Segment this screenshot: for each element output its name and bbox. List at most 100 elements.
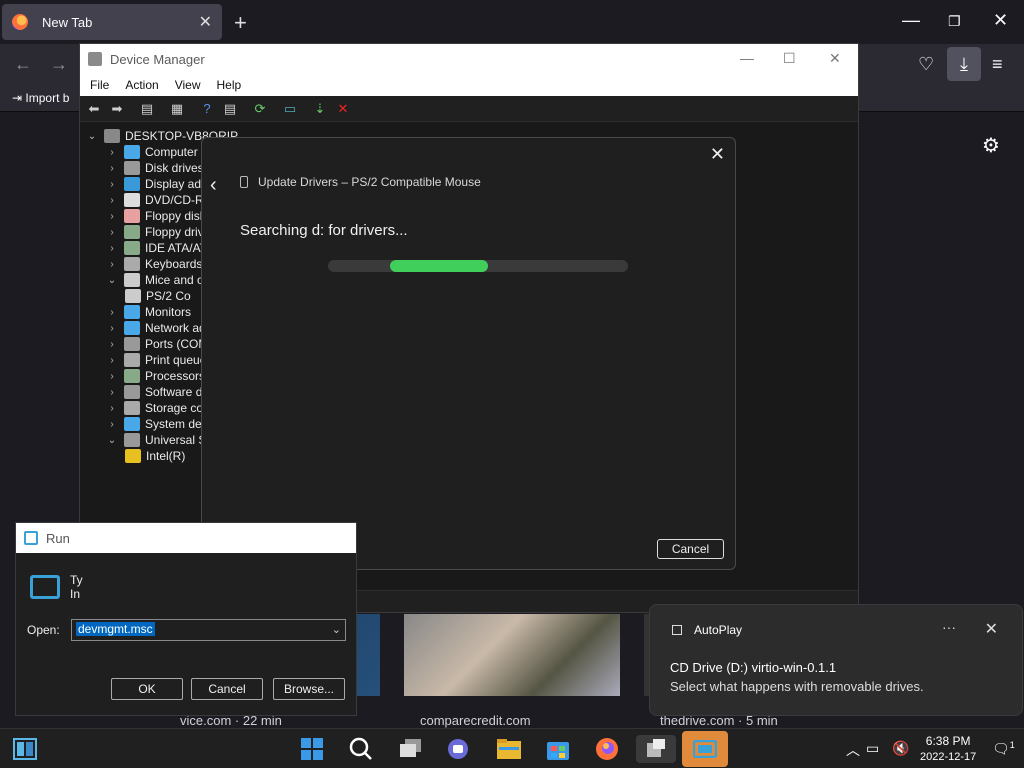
- close-icon[interactable]: ✕: [985, 619, 998, 639]
- chevron-right-icon[interactable]: ›: [106, 403, 118, 414]
- chevron-down-icon[interactable]: ⌄: [332, 623, 341, 636]
- pocket-icon[interactable]: ♡: [918, 54, 934, 75]
- view-icon[interactable]: ▤: [220, 100, 240, 118]
- menu-icon[interactable]: ≡: [992, 54, 1003, 75]
- minimize-icon[interactable]: —: [902, 10, 920, 31]
- tree-category[interactable]: › Keyboards: [106, 256, 202, 272]
- tree-category[interactable]: › Monitors: [106, 304, 191, 320]
- chevron-right-icon[interactable]: ›: [106, 371, 118, 382]
- tree-device[interactable]: PS/2 Co: [125, 288, 191, 304]
- tree-category[interactable]: › System dev: [106, 416, 208, 432]
- maximize-icon[interactable]: ☐: [783, 50, 796, 67]
- more-options-icon[interactable]: ···: [942, 619, 956, 635]
- menu-view[interactable]: View: [175, 78, 201, 92]
- chevron-right-icon[interactable]: ›: [106, 339, 118, 350]
- chevron-right-icon[interactable]: ›: [106, 307, 118, 318]
- chevron-right-icon[interactable]: ›: [106, 195, 118, 206]
- forward-icon[interactable]: →: [50, 54, 68, 75]
- close-tab-icon[interactable]: ✕: [199, 12, 212, 32]
- tree-device[interactable]: Intel(R): [125, 448, 185, 464]
- tree-category[interactable]: ⌄ Mice and ot: [106, 272, 207, 288]
- chevron-right-icon[interactable]: ›: [106, 179, 118, 190]
- update-driver-icon[interactable]: ⟳: [250, 100, 270, 118]
- ok-button[interactable]: OK: [111, 678, 183, 700]
- restore-icon[interactable]: ❐: [948, 13, 961, 30]
- browse-button[interactable]: Browse...: [273, 678, 345, 700]
- chevron-right-icon[interactable]: ›: [106, 323, 118, 334]
- search-icon[interactable]: [346, 735, 376, 763]
- chevron-right-icon[interactable]: ›: [106, 387, 118, 398]
- scan-hardware-icon[interactable]: ▭: [280, 100, 300, 118]
- chevron-right-icon[interactable]: ›: [106, 163, 118, 174]
- teams-chat-icon[interactable]: [443, 735, 473, 763]
- settings-gear-icon[interactable]: ⚙: [982, 133, 1000, 158]
- tree-category[interactable]: › Processors: [106, 368, 205, 384]
- firefox-taskbar-icon[interactable]: [592, 735, 622, 763]
- menu-action[interactable]: Action: [125, 78, 158, 92]
- tree-category[interactable]: ⌄ Universal Se: [106, 432, 213, 448]
- chevron-down-icon[interactable]: ⌄: [106, 275, 118, 286]
- close-icon[interactable]: ✕: [710, 144, 725, 165]
- tree-category[interactable]: › Floppy driv: [106, 224, 204, 240]
- notifications-icon[interactable]: 🗨1: [992, 740, 1015, 758]
- show-hide-icon[interactable]: ▦: [167, 100, 187, 118]
- open-combobox[interactable]: devmgmt.msc ⌄: [71, 619, 346, 641]
- tree-category[interactable]: › Computer: [106, 144, 198, 160]
- cancel-button[interactable]: Cancel: [657, 539, 724, 559]
- volume-muted-icon[interactable]: 🔇: [892, 740, 909, 757]
- file-explorer-icon[interactable]: [494, 735, 524, 763]
- microsoft-store-icon[interactable]: [543, 735, 573, 763]
- tree-category[interactable]: › Storage cor: [106, 400, 207, 416]
- help-icon[interactable]: ?: [197, 100, 217, 118]
- enable-device-icon[interactable]: ⇣: [310, 100, 330, 118]
- show-hidden-icons-chevron[interactable]: ︿: [846, 740, 860, 760]
- tree-category[interactable]: › IDE ATA/AT: [106, 240, 207, 256]
- device-manager-taskbar-icon[interactable]: [636, 735, 676, 763]
- minimize-icon[interactable]: —: [740, 50, 754, 66]
- start-icon[interactable]: [297, 735, 327, 763]
- menu-file[interactable]: File: [90, 78, 109, 92]
- tree-category[interactable]: › Software de: [106, 384, 209, 400]
- tab-new-tab[interactable]: New Tab ✕: [2, 4, 222, 40]
- news-card[interactable]: comparecredit.com: [404, 614, 620, 728]
- device-category-icon: [124, 337, 140, 351]
- tree-category[interactable]: › Ports (COM: [106, 336, 208, 352]
- close-window-icon[interactable]: ✕: [993, 10, 1008, 31]
- tree-category[interactable]: › Print queue: [106, 352, 206, 368]
- new-tab-button[interactable]: +: [234, 10, 247, 36]
- autoplay-notification[interactable]: AutoPlay ··· ✕ CD Drive (D:) virtio-win-…: [649, 604, 1023, 716]
- clock[interactable]: 6:38 PM 2022-12-17: [920, 733, 976, 765]
- tree-category[interactable]: › Display ada: [106, 176, 208, 192]
- downloads-icon[interactable]: ⤓: [947, 47, 981, 81]
- task-view-icon[interactable]: [396, 735, 426, 763]
- tree-category[interactable]: › Network ad: [106, 320, 206, 336]
- properties-icon[interactable]: ▤: [137, 100, 157, 118]
- chevron-right-icon[interactable]: ›: [106, 259, 118, 270]
- chevron-down-icon[interactable]: ⌄: [106, 435, 118, 446]
- chevron-right-icon[interactable]: ›: [106, 355, 118, 366]
- chevron-right-icon[interactable]: ›: [106, 419, 118, 430]
- open-input-value[interactable]: devmgmt.msc: [76, 622, 155, 636]
- chevron-down-icon[interactable]: ⌄: [86, 131, 98, 142]
- tree-category[interactable]: › Disk drives: [106, 160, 204, 176]
- back-chevron-icon[interactable]: ‹: [210, 174, 217, 197]
- import-bookmarks-button[interactable]: ⇥ Import b: [12, 91, 69, 105]
- back-icon[interactable]: ←: [14, 54, 32, 75]
- run-taskbar-icon[interactable]: [682, 731, 728, 767]
- tree-category[interactable]: › Floppy disk: [106, 208, 206, 224]
- forward-arrow-icon[interactable]: ➡: [107, 100, 127, 118]
- device-category-icon: [124, 257, 140, 271]
- chevron-right-icon[interactable]: ›: [106, 147, 118, 158]
- back-arrow-icon[interactable]: ⬅: [84, 100, 104, 118]
- tree-category[interactable]: › DVD/CD-RO: [106, 192, 213, 208]
- chevron-right-icon[interactable]: ›: [106, 227, 118, 238]
- cancel-button[interactable]: Cancel: [191, 678, 263, 700]
- network-icon[interactable]: ▭: [866, 740, 879, 757]
- menu-help[interactable]: Help: [217, 78, 242, 92]
- chevron-right-icon[interactable]: ›: [106, 243, 118, 254]
- widgets-icon[interactable]: [10, 735, 40, 763]
- uninstall-icon[interactable]: ✕: [333, 100, 353, 118]
- tree-label: Floppy disk: [145, 209, 206, 223]
- chevron-right-icon[interactable]: ›: [106, 211, 118, 222]
- close-icon[interactable]: ✕: [829, 50, 841, 67]
